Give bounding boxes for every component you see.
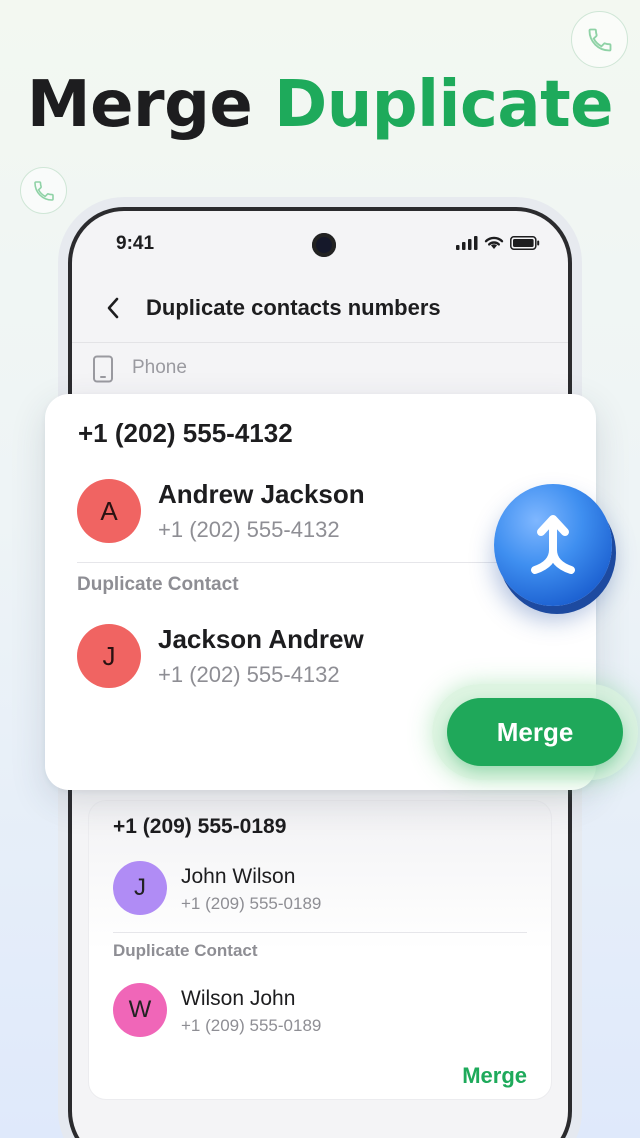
page-title: Duplicate contacts numbers xyxy=(146,295,441,320)
front-camera xyxy=(312,233,336,257)
app-bar: Duplicate contacts numbers xyxy=(72,279,568,343)
contact-name: Andrew Jackson xyxy=(158,479,365,509)
avatar: A xyxy=(77,479,141,543)
group-number: +1 (209) 555-0189 xyxy=(113,815,287,838)
smartphone-icon xyxy=(93,355,113,383)
phone-call-bubble-left xyxy=(20,167,67,214)
headline-part1: Merge xyxy=(26,68,253,142)
contact-phone: +1 (202) 555-4132 xyxy=(158,517,340,542)
avatar-initial: A xyxy=(100,495,118,526)
avatar: J xyxy=(77,624,141,688)
back-chevron-icon xyxy=(107,297,119,319)
merge-button[interactable]: Merge xyxy=(447,698,623,766)
contact-row[interactable]: W Wilson John +1 (209) 555-0189 xyxy=(113,983,533,1043)
contact-name: Jackson Andrew xyxy=(158,624,364,654)
contact-row[interactable]: J John Wilson +1 (209) 555-0189 xyxy=(113,861,533,921)
wifi-icon xyxy=(484,236,504,249)
battery-icon xyxy=(510,235,540,250)
contact-name: John Wilson xyxy=(181,865,296,888)
filter-phone[interactable]: Phone xyxy=(72,343,568,395)
phone-call-bubble-top xyxy=(571,11,628,68)
status-time: 9:41 xyxy=(116,233,155,254)
signal-icon xyxy=(456,235,478,250)
contact-name: Wilson John xyxy=(181,987,296,1010)
phone-call-icon xyxy=(588,28,611,51)
status-bar: 9:41 xyxy=(72,231,568,261)
divider xyxy=(113,932,527,933)
merge-badge xyxy=(494,484,612,606)
headline: Merge Duplicate xyxy=(0,68,640,142)
phone-call-icon xyxy=(33,180,54,201)
contact-row[interactable]: A Andrew Jackson +1 (202) 555-4132 xyxy=(77,479,537,549)
contact-phone: +1 (209) 555-0189 xyxy=(181,894,322,913)
system-icons xyxy=(456,235,540,250)
contact-phone: +1 (202) 555-4132 xyxy=(158,662,340,687)
merge-arrow-icon xyxy=(531,515,575,574)
group-number: +1 (202) 555-4132 xyxy=(78,418,293,448)
divider xyxy=(77,562,532,563)
avatar-initial: J xyxy=(102,640,116,671)
avatar-initial: J xyxy=(134,874,146,901)
filter-label: Phone xyxy=(132,357,187,378)
back-button[interactable] xyxy=(98,293,128,323)
avatar: J xyxy=(113,861,167,915)
duplicate-contact-label: Duplicate Contact xyxy=(77,574,239,595)
featured-duplicate-card: +1 (202) 555-4132 A Andrew Jackson +1 (2… xyxy=(45,394,638,790)
contact-phone: +1 (209) 555-0189 xyxy=(181,1016,322,1035)
avatar-initial: W xyxy=(128,996,152,1023)
headline-part2: Duplicate xyxy=(274,68,614,142)
avatar: W xyxy=(113,983,167,1037)
duplicate-contact-label: Duplicate Contact xyxy=(113,941,258,960)
merge-button[interactable]: Merge xyxy=(462,1063,527,1089)
duplicate-group-card: +1 (209) 555-0189 J John Wilson +1 (209)… xyxy=(88,800,552,1100)
contact-row[interactable]: J Jackson Andrew +1 (202) 555-4132 xyxy=(77,624,537,694)
